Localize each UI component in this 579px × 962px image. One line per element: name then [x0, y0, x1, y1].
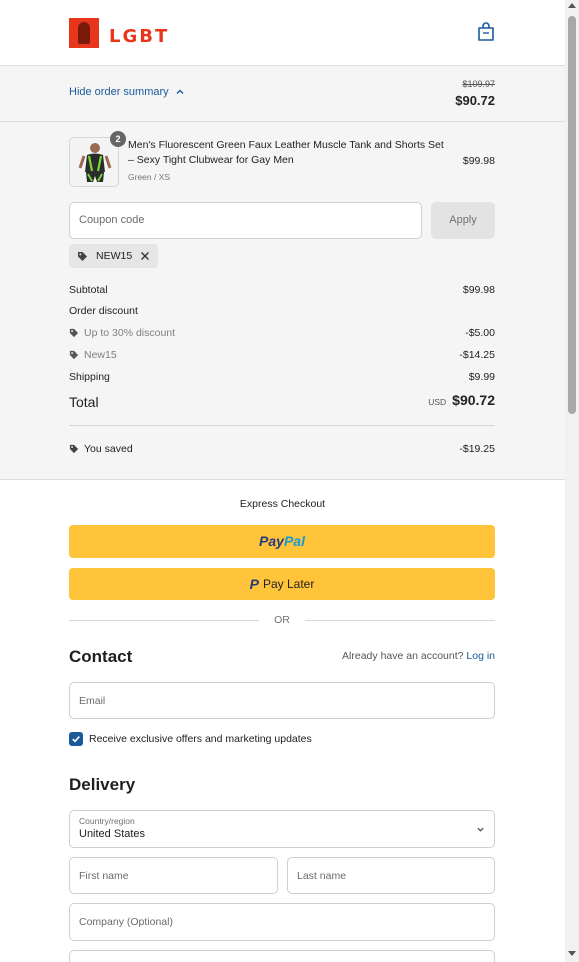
- paypal-logo-part1: Pay: [259, 533, 284, 549]
- chevron-up-icon: [176, 89, 184, 94]
- express-checkout-title: Express Checkout: [239, 498, 326, 510]
- delivery-heading: Delivery: [69, 775, 136, 794]
- country-value: United States: [79, 828, 146, 840]
- checkmark-icon: [72, 736, 80, 743]
- toggle-label: Hide order summary: [69, 86, 169, 98]
- tag-icon: [69, 444, 79, 454]
- quantity-badge: 2: [110, 131, 126, 147]
- coupon-input[interactable]: Coupon code: [69, 202, 422, 239]
- or-divider: OR: [69, 613, 495, 627]
- site-header: LGBT: [0, 0, 565, 66]
- applied-coupon-code: NEW15: [96, 250, 133, 262]
- discount-amount: -$14.25: [459, 349, 495, 361]
- discount-label: New15: [84, 349, 117, 361]
- page-scrollbar[interactable]: [565, 0, 579, 962]
- subtotal-value: $99.98: [462, 284, 495, 296]
- scroll-down-arrow-icon[interactable]: [568, 951, 576, 956]
- order-discount-row: Order discount: [69, 305, 495, 317]
- order-discount-label: Order discount: [69, 305, 138, 317]
- total-label: Total: [69, 394, 99, 410]
- shipping-value: $9.99: [468, 371, 495, 383]
- marketing-label: Receive exclusive offers and marketing u…: [89, 733, 312, 745]
- saved-label: You saved: [84, 443, 133, 455]
- account-prompt: Already have an account? Log in: [342, 650, 495, 662]
- scroll-up-arrow-icon[interactable]: [568, 3, 576, 8]
- shipping-label: Shipping: [69, 371, 110, 383]
- logo-mark: [69, 18, 99, 48]
- discount-row: Up to 30% discount -$5.00: [69, 327, 495, 339]
- subtotal-label: Subtotal: [69, 284, 108, 296]
- paypal-logo-part2: Pal: [283, 533, 305, 549]
- total-value: $90.72: [452, 392, 495, 408]
- country-select[interactable]: Country/region United States: [69, 810, 495, 848]
- pay-later-label: Pay Later: [262, 577, 315, 591]
- total-row: Total USD $90.72: [69, 392, 495, 410]
- contact-heading: Contact: [69, 647, 133, 666]
- discount-row: New15 -$14.25: [69, 349, 495, 361]
- chevron-down-icon: [477, 827, 484, 832]
- checkout-page: LGBT Hide order summary $109.97 $90.72 2…: [0, 0, 565, 962]
- discount-amount: -$5.00: [465, 327, 495, 339]
- log-in-link[interactable]: Log in: [466, 650, 495, 662]
- first-name-field[interactable]: First name: [69, 857, 278, 894]
- paypal-button[interactable]: PayPal: [69, 525, 495, 558]
- tag-icon: [69, 328, 79, 338]
- marketing-checkbox[interactable]: [69, 732, 83, 746]
- order-summary-toggle-bar: Hide order summary $109.97 $90.72: [0, 66, 565, 122]
- shopping-bag-icon[interactable]: [477, 22, 495, 42]
- product-image: [70, 138, 118, 186]
- product-name: Men's Fluorescent Green Faux Leather Mus…: [128, 139, 444, 166]
- product-variant: Green / XS: [128, 172, 171, 182]
- company-field[interactable]: Company (Optional): [69, 903, 495, 941]
- subtotal-row: Subtotal $99.98: [69, 284, 495, 296]
- divider: [69, 425, 495, 426]
- applied-coupon-tag: NEW15: [69, 244, 159, 268]
- remove-coupon-close-icon[interactable]: [140, 251, 150, 261]
- original-total: $109.97: [462, 79, 495, 89]
- or-label: OR: [274, 614, 290, 626]
- discount-label: Up to 30% discount: [84, 327, 176, 339]
- saved-value: -$19.25: [459, 443, 495, 455]
- country-label: Country/region: [79, 816, 135, 826]
- hide-order-summary-toggle[interactable]: Hide order summary: [69, 86, 185, 98]
- paypal-p-icon: P: [249, 576, 259, 592]
- product-price: $99.98: [462, 155, 495, 167]
- account-prompt-text: Already have an account?: [342, 650, 464, 662]
- tag-icon: [78, 251, 87, 261]
- address-field[interactable]: [69, 950, 495, 962]
- tag-icon: [69, 350, 79, 360]
- shipping-row: Shipping $9.99: [69, 371, 495, 383]
- store-logo[interactable]: LGBT: [69, 16, 179, 48]
- savings-row: You saved -$19.25: [69, 443, 495, 455]
- order-summary: 2 Men's Fluorescent Green Faux Leather M…: [0, 122, 565, 480]
- line-item: 2 Men's Fluorescent Green Faux Leather M…: [69, 131, 495, 189]
- summary-total: $90.72: [455, 93, 495, 108]
- currency-code: USD: [428, 397, 447, 407]
- email-field[interactable]: Email: [69, 682, 495, 719]
- marketing-opt-in[interactable]: Receive exclusive offers and marketing u…: [69, 732, 312, 746]
- scrollbar-thumb[interactable]: [568, 16, 576, 414]
- logo-text: LGBT: [109, 26, 170, 47]
- apply-coupon-button[interactable]: Apply: [431, 202, 495, 239]
- paypal-pay-later-button[interactable]: P Pay Later: [69, 568, 495, 600]
- last-name-field[interactable]: Last name: [287, 857, 495, 894]
